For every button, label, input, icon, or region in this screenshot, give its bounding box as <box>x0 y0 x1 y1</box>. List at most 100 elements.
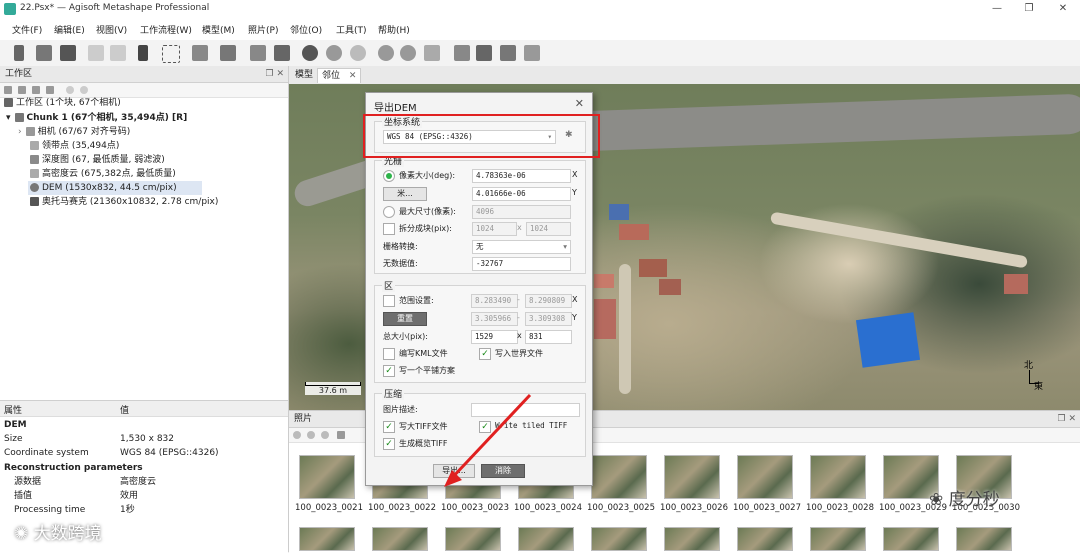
photo-thumbnail[interactable] <box>372 527 428 551</box>
tile-scheme-checkbox[interactable]: ✓ <box>383 365 395 377</box>
photo-thumbnail[interactable] <box>810 455 866 499</box>
pane-float-close-icon[interactable]: ❐ ✕ <box>266 66 284 82</box>
split-height-input[interactable]: 1024 <box>526 222 571 236</box>
rotate-icon[interactable] <box>350 45 366 61</box>
menu-model[interactable]: 模型(M) <box>202 23 235 36</box>
bigtiff-checkbox[interactable]: ✓ <box>383 421 395 433</box>
total-height-input[interactable]: 831 <box>525 330 572 344</box>
tab-model[interactable]: 模型 <box>291 68 317 82</box>
marker-icon[interactable] <box>250 45 266 61</box>
overview-checkbox[interactable]: ✓ <box>383 438 395 450</box>
menu-edit[interactable]: 编辑(E) <box>54 23 85 36</box>
photo-thumbnail[interactable] <box>883 527 939 551</box>
meters-button[interactable]: 米... <box>383 187 427 201</box>
max-dimension-radio[interactable] <box>383 206 395 218</box>
photo-label: 100_0023_0021 <box>295 503 363 513</box>
minimize-button[interactable]: — <box>982 1 1012 17</box>
photo-thumbnail[interactable] <box>591 455 647 499</box>
raster-transform-select[interactable]: 无 ▾ <box>472 240 571 254</box>
enable-icon[interactable] <box>321 431 329 439</box>
pointer-icon[interactable] <box>138 45 148 61</box>
photo-thumbnail[interactable] <box>299 455 355 499</box>
photo-view-icon[interactable] <box>454 45 470 61</box>
tree-item-tiepoints[interactable]: 领带点 (35,494点) <box>30 139 119 153</box>
tab-ortho[interactable]: 邻位 ✕ <box>317 68 362 83</box>
nodata-input[interactable]: -32767 <box>472 257 571 271</box>
menu-help[interactable]: 帮助(H) <box>378 23 410 36</box>
pixel-size-y-input[interactable]: 4.01666e-06 <box>472 187 571 201</box>
tree-item-depthmaps[interactable]: 深度图 (67, 最低质量, 弱滤波) <box>30 153 165 167</box>
disable-icon[interactable] <box>307 431 315 439</box>
rotate-left-icon[interactable] <box>337 431 345 439</box>
expand-arrow-icon[interactable]: ▾ <box>6 113 11 123</box>
rect-select-icon[interactable] <box>162 45 180 63</box>
tree-chunk[interactable]: ▾ Chunk 1 (67个相机, 35,494点) [R] <box>6 111 187 125</box>
bound-y-max[interactable]: 3.309308 <box>525 312 572 326</box>
tree-item-orthomosaic[interactable]: 奥托马赛克 (21360x10832, 2.78 cm/pix) <box>30 195 218 209</box>
pixel-size-radio[interactable] <box>383 170 395 182</box>
col-value: 值 <box>120 406 130 416</box>
split-width-input[interactable]: 1024 <box>472 222 517 236</box>
pixel-size-x-input[interactable]: 4.78363e-06 <box>472 169 571 183</box>
redo-icon[interactable] <box>110 45 126 61</box>
dialog-close-icon[interactable]: ✕ <box>575 97 584 110</box>
photo-thumbnail[interactable] <box>591 527 647 551</box>
undo-icon[interactable] <box>88 45 104 61</box>
add-marker-icon[interactable] <box>46 86 54 94</box>
flag-icon[interactable] <box>524 45 540 61</box>
photo-thumbnail[interactable] <box>518 527 574 551</box>
reset-button[interactable]: 重置 <box>383 312 427 326</box>
move-icon[interactable] <box>424 45 440 61</box>
menu-tools[interactable]: 工具(T) <box>336 23 367 36</box>
eraser-icon[interactable] <box>220 45 236 61</box>
open-folder-icon[interactable] <box>36 45 52 61</box>
menu-view[interactable]: 视图(V) <box>96 23 127 36</box>
tree-item-densecloud[interactable]: 高密度云 (675,382点, 最低质量) <box>30 167 176 181</box>
photo-thumbnail[interactable] <box>299 527 355 551</box>
save-icon[interactable] <box>60 45 76 61</box>
add-folder-icon[interactable] <box>32 86 40 94</box>
menu-file[interactable]: 文件(F) <box>12 23 42 36</box>
add-photos-icon[interactable] <box>18 86 26 94</box>
tree-root[interactable]: 工作区 (1个块, 67个相机) <box>4 96 121 110</box>
new-file-icon[interactable] <box>14 45 24 61</box>
kml-checkbox[interactable] <box>383 348 395 360</box>
world-file-checkbox[interactable]: ✓ <box>479 348 491 360</box>
palette-icon[interactable] <box>326 45 342 61</box>
photo-thumbnail[interactable] <box>664 527 720 551</box>
photo-thumbnail[interactable] <box>810 527 866 551</box>
photo-thumbnail[interactable] <box>737 527 793 551</box>
shading-icon[interactable] <box>302 45 318 61</box>
tab-close-icon[interactable]: ✕ <box>349 71 357 81</box>
tree-item-cameras[interactable]: › 相机 (67/67 对齐号码) <box>18 125 130 139</box>
bound-x-min[interactable]: 8.283490 <box>471 294 518 308</box>
tree-item-dem[interactable]: DEM (1530x832, 44.5 cm/pix) <box>28 181 202 195</box>
max-dimension-input[interactable]: 4096 <box>472 205 571 219</box>
region-checkbox[interactable] <box>383 295 395 307</box>
remove-icon[interactable] <box>293 431 301 439</box>
photo-thumbnail[interactable] <box>445 527 501 551</box>
menu-workflow[interactable]: 工作流程(W) <box>140 23 192 36</box>
remove-icon[interactable] <box>66 86 74 94</box>
menu-ortho[interactable]: 邻位(O) <box>290 23 322 36</box>
disable-icon[interactable] <box>80 86 88 94</box>
bound-y-min[interactable]: 3.305966 <box>471 312 518 326</box>
pane-float-close-icon[interactable]: ❐ ✕ <box>1058 411 1076 427</box>
zoom-out-icon[interactable] <box>400 45 416 61</box>
photo-thumbnail[interactable] <box>737 455 793 499</box>
close-button[interactable]: ✕ <box>1048 1 1078 17</box>
image-icon[interactable] <box>274 45 290 61</box>
photo-thumbnail[interactable] <box>956 527 1012 551</box>
total-width-input[interactable]: 1529 <box>471 330 518 344</box>
menu-photo[interactable]: 照片(P) <box>248 23 278 36</box>
ruler-icon[interactable] <box>192 45 208 61</box>
maximize-button[interactable]: ❐ <box>1014 1 1044 17</box>
bound-x-max[interactable]: 8.290809 <box>525 294 572 308</box>
split-tiles-checkbox[interactable] <box>383 223 395 235</box>
zoom-in-icon[interactable] <box>378 45 394 61</box>
ortho-view-icon[interactable] <box>476 45 492 61</box>
collapse-arrow-icon[interactable]: › <box>18 127 22 137</box>
add-chunk-icon[interactable] <box>4 86 12 94</box>
heart-shape-icon[interactable] <box>500 45 516 61</box>
photo-thumbnail[interactable] <box>664 455 720 499</box>
